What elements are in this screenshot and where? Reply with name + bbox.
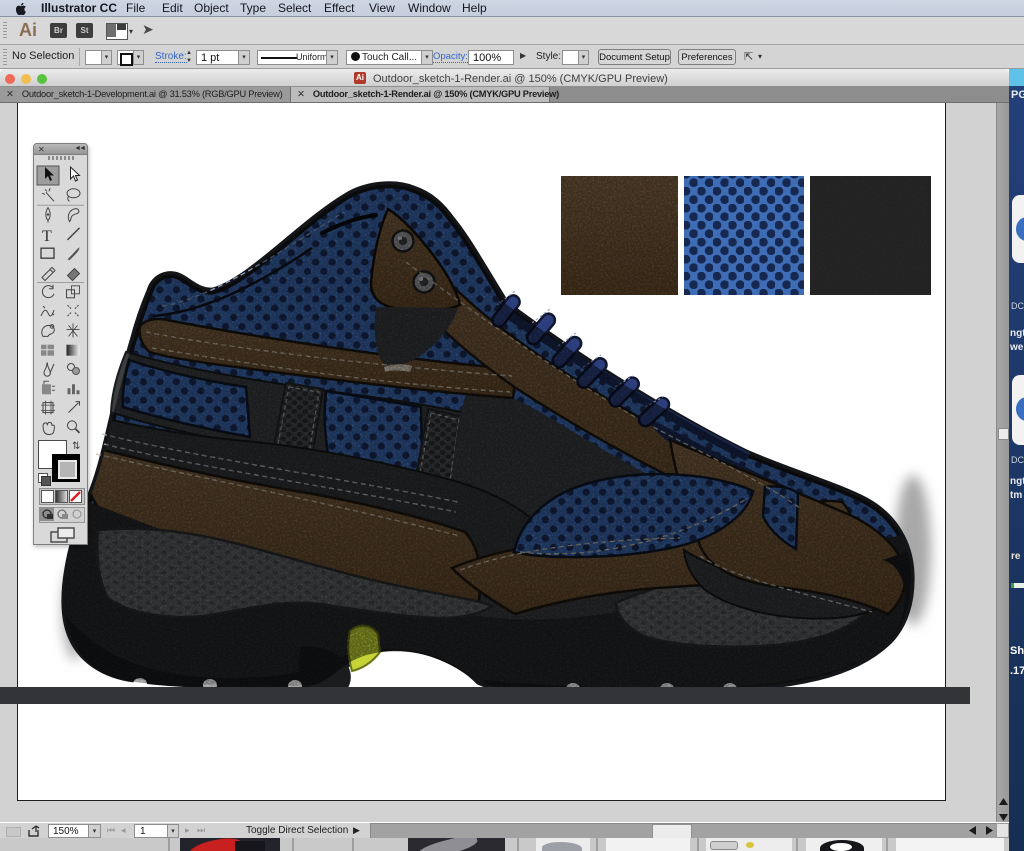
svg-text:T: T	[42, 228, 52, 245]
